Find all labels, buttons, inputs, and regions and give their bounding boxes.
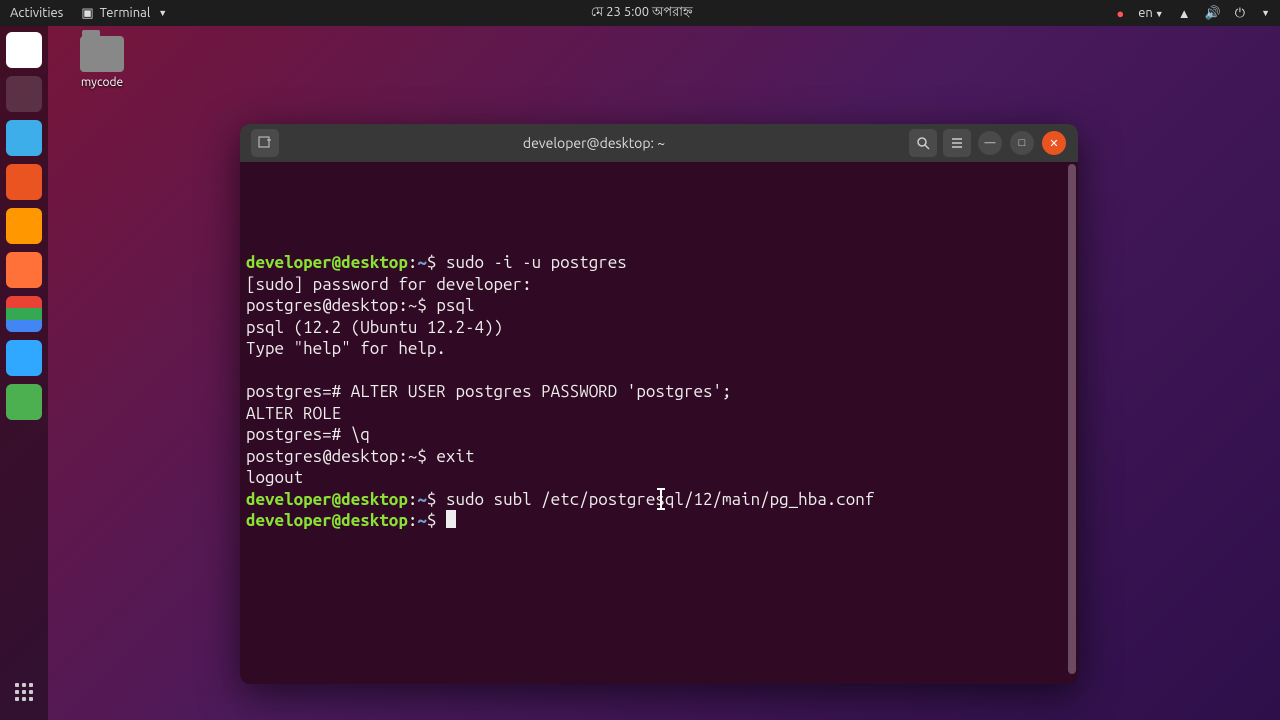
search-button[interactable]	[909, 129, 937, 157]
dock-item-geo[interactable]	[6, 384, 42, 420]
clock[interactable]: মে 23 5:00 অপরাহ্ন	[167, 3, 1116, 24]
terminal-window: developer@desktop: ~ — □ ✕ developer@des…	[240, 124, 1078, 684]
terminal-line: developer@desktop:~$ sudo subl /etc/post…	[246, 489, 1072, 511]
terminal-title: developer@desktop: ~	[282, 135, 906, 151]
terminal-line: psql (12.2 (Ubuntu 12.2-4))	[246, 317, 1072, 339]
dock-item-sublime[interactable]	[6, 208, 42, 244]
desktop-folder-label: mycode	[72, 76, 132, 89]
terminal-line: developer@desktop:~$ sudo -i -u postgres	[246, 252, 1072, 274]
input-language-label: en	[1138, 6, 1153, 20]
terminal-line: postgres@desktop:~$ psql	[246, 295, 1072, 317]
wifi-icon[interactable]: ▲	[1178, 6, 1191, 21]
dock-item-gedit[interactable]	[6, 120, 42, 156]
terminal-line: developer@desktop:~$	[246, 510, 1072, 532]
dock-item-software[interactable]	[6, 164, 42, 200]
terminal-header[interactable]: developer@desktop: ~ — □ ✕	[240, 124, 1078, 162]
minimize-button[interactable]: —	[978, 131, 1002, 155]
system-menu-chevron-icon[interactable]: ▼	[1261, 8, 1270, 18]
desktop-folder-mycode[interactable]: mycode	[72, 36, 132, 89]
dock-item-phpstorm[interactable]	[6, 340, 42, 376]
terminal-line: postgres=# \q	[246, 424, 1072, 446]
dock-item-chrome[interactable]	[6, 296, 42, 332]
new-tab-icon	[258, 136, 272, 150]
terminal-line	[246, 360, 1072, 382]
folder-icon	[80, 36, 124, 72]
terminal-line: postgres=# ALTER USER postgres PASSWORD …	[246, 381, 1072, 403]
dock-item-files[interactable]	[6, 32, 42, 68]
terminal-line: postgres@desktop:~$ exit	[246, 446, 1072, 468]
close-icon: ✕	[1049, 137, 1058, 150]
terminal-body[interactable]: developer@desktop:~$ sudo -i -u postgres…	[240, 162, 1078, 684]
hamburger-icon	[950, 136, 964, 150]
dock-item-terminal[interactable]	[6, 76, 42, 112]
top-bar: Activities ▣ Terminal ▼ মে 23 5:00 অপরাহ…	[0, 0, 1280, 26]
maximize-icon: □	[1019, 137, 1026, 149]
dock-item-firefox[interactable]	[6, 252, 42, 288]
terminal-line: logout	[246, 467, 1072, 489]
terminal-line: [sudo] password for developer:	[246, 274, 1072, 296]
power-icon[interactable]: ⏻	[1235, 6, 1245, 21]
app-menu[interactable]: ▣ Terminal ▼	[81, 6, 167, 21]
activities-button[interactable]: Activities	[10, 6, 63, 20]
app-menu-label: Terminal	[100, 6, 151, 20]
record-indicator-icon[interactable]: ●	[1116, 6, 1124, 21]
scrollbar[interactable]	[1068, 164, 1076, 674]
volume-icon[interactable]: 🔊	[1205, 6, 1221, 21]
show-applications-button[interactable]	[6, 674, 42, 710]
new-tab-button[interactable]	[251, 129, 279, 157]
chevron-down-icon: ▼	[158, 8, 167, 18]
terminal-line: ALTER ROLE	[246, 403, 1072, 425]
input-language[interactable]: en▼	[1138, 6, 1164, 20]
maximize-button[interactable]: □	[1010, 131, 1034, 155]
minimize-icon: —	[985, 137, 996, 149]
dock	[0, 26, 48, 720]
search-icon	[916, 136, 930, 150]
terminal-line: Type "help" for help.	[246, 338, 1072, 360]
hamburger-menu-button[interactable]	[943, 129, 971, 157]
text-cursor-ibeam	[660, 490, 662, 508]
terminal-small-icon: ▣	[81, 6, 93, 21]
close-button[interactable]: ✕	[1042, 131, 1066, 155]
